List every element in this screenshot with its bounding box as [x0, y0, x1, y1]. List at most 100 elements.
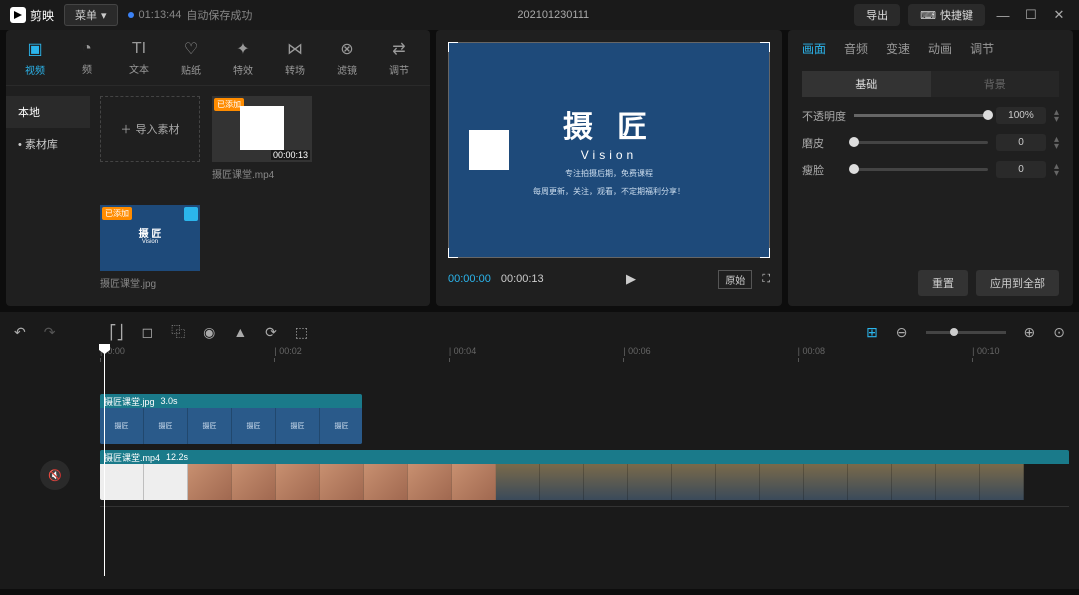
properties-panel: 画面 音频 变速 动画 调节 基础 背景 不透明度 100% ▴▾ 磨皮 0 ▴… [788, 30, 1073, 306]
property-subtabs: 基础 背景 [802, 71, 1059, 97]
fullscreen-button[interactable]: ⛶ [762, 273, 770, 286]
autosave-status: 01:13:44 自动保存成功 [128, 7, 253, 23]
maximize-button[interactable]: ☐ [1021, 7, 1041, 23]
media-grid: ＋导入素材 已添加 00:00:13 摄匠课堂.mp4 已添加 摄 匠 [90, 86, 430, 306]
time-total: 00:00:13 [501, 273, 544, 285]
skin-row: 磨皮 0 ▴▾ [802, 134, 1059, 151]
clip-video[interactable]: 摄匠课堂.mp412.2s [100, 450, 1069, 500]
tab-sticker[interactable]: ♡贴纸 [172, 39, 210, 77]
face-row: 瘦脸 0 ▴▾ [802, 161, 1059, 178]
capcut-icon [184, 207, 198, 221]
skin-stepper[interactable]: ▴▾ [1054, 136, 1059, 150]
zoom-slider[interactable] [926, 331, 1006, 334]
sidebar-library[interactable]: • 素材库 [6, 128, 90, 160]
undo-button[interactable]: ↶ [14, 324, 26, 341]
rotate-button[interactable]: ⟳ [265, 324, 277, 341]
playhead[interactable] [104, 346, 105, 576]
ratio-button[interactable]: 原始 [718, 270, 752, 289]
face-slider[interactable] [854, 168, 988, 171]
added-badge: 已添加 [102, 207, 132, 220]
qr-code [469, 130, 509, 170]
media-item[interactable]: 已添加 00:00:13 摄匠课堂.mp4 [212, 96, 312, 181]
duration-label: 00:00:13 [271, 150, 310, 160]
crop2-button[interactable]: ⬚ [295, 324, 308, 341]
apply-all-button[interactable]: 应用到全部 [976, 270, 1059, 296]
subtab-background[interactable]: 背景 [931, 71, 1060, 97]
track-overlay[interactable]: 摄匠课堂.jpg3.0s 摄匠摄匠摄匠摄匠摄匠摄匠 [100, 394, 1069, 444]
mute-button[interactable]: 🔇 [40, 460, 70, 490]
crop-button[interactable]: ◻ [141, 324, 153, 341]
preview-controls: 00:00:00 00:00:13 ▶ 原始 ⛶ [448, 264, 770, 294]
ptab-audio[interactable]: 音频 [844, 40, 868, 57]
adjust-icon: ⇄ [392, 39, 405, 59]
import-button[interactable]: ＋导入素材 [100, 96, 200, 162]
ptab-picture[interactable]: 画面 [802, 40, 826, 57]
ptab-anim[interactable]: 动画 [928, 40, 952, 57]
time-current: 00:00:00 [448, 273, 491, 285]
clip-image[interactable]: 摄匠课堂.jpg3.0s 摄匠摄匠摄匠摄匠摄匠摄匠 [100, 394, 362, 444]
face-value[interactable]: 0 [996, 161, 1046, 178]
keyboard-icon: ⌨ [920, 9, 936, 22]
media-filename: 摄匠课堂.jpg [100, 275, 200, 290]
ptab-speed[interactable]: 变速 [886, 40, 910, 57]
timeline-toolbar: ↶ ↷ ⎡⎦ ◻ ⿻ ◉ ▲ ⟳ ⬚ ⊞ ⊖ ⊕ ⊙ [0, 318, 1079, 346]
opacity-value[interactable]: 100% [996, 107, 1046, 124]
split-button[interactable]: ⎡⎦ [109, 324, 123, 341]
filter-icon: ⊗ [340, 39, 353, 59]
tab-effect[interactable]: ✦特效 [224, 39, 262, 77]
app-logo: 剪映 [10, 7, 54, 24]
media-tabs: ▣视频 ◔频 TI文本 ♡贴纸 ✦特效 ⋈转场 ⊗滤镜 ⇄调节 [6, 30, 430, 86]
reset-button[interactable]: 重置 [918, 270, 968, 296]
sidebar-local[interactable]: 本地 [6, 96, 90, 128]
property-tabs: 画面 音频 变速 动画 调节 [802, 40, 1059, 57]
speed-button[interactable]: ◉ [203, 324, 215, 341]
zoom-in-button[interactable]: ⊕ [1024, 324, 1036, 341]
opacity-row: 不透明度 100% ▴▾ [802, 107, 1059, 124]
video-icon: ▣ [27, 39, 42, 59]
tab-text[interactable]: TI文本 [120, 40, 158, 76]
zoom-fit-button[interactable]: ⊙ [1053, 324, 1065, 341]
skin-value[interactable]: 0 [996, 134, 1046, 151]
audio-icon: ◔ [82, 40, 92, 58]
zoom-out-button[interactable]: ⊖ [896, 324, 908, 341]
preview-line2: 每周更新，关注，观看，不定期福利分享！ [533, 186, 685, 198]
preview-line1: 专注拍摄后期，免费课程 [565, 168, 653, 180]
preview-subtitle: Vision [581, 148, 637, 162]
mirror-button[interactable]: ▲ [233, 324, 247, 340]
preview-panel: 摄 匠 Vision 专注拍摄后期，免费课程 每周更新，关注，观看，不定期福利分… [436, 30, 782, 306]
redo-button[interactable]: ↷ [44, 324, 56, 341]
copy-button[interactable]: ⿻ [171, 322, 185, 342]
subtab-basic[interactable]: 基础 [802, 71, 931, 97]
project-title: 202101230111 [262, 9, 844, 21]
menu-button[interactable]: 菜单 ▾ [64, 4, 118, 26]
preview-canvas[interactable]: 摄 匠 Vision 专注拍摄后期，免费课程 每周更新，关注，观看，不定期福利分… [448, 42, 770, 258]
titlebar: 剪映 菜单 ▾ 01:13:44 自动保存成功 202101230111 导出 … [0, 0, 1079, 30]
minimize-button[interactable]: — [993, 8, 1013, 23]
ptab-adjust[interactable]: 调节 [970, 40, 994, 57]
track-main[interactable]: 🔇 摄匠课堂.mp412.2s [100, 450, 1069, 500]
play-button[interactable]: ▶ [626, 271, 636, 287]
transition-icon: ⋈ [287, 39, 303, 59]
tab-video[interactable]: ▣视频 [16, 39, 54, 77]
timeline-ruler[interactable]: |00:00 | 00:02 | 00:04 | 00:06 | 00:08 |… [100, 346, 1069, 364]
face-stepper[interactable]: ▴▾ [1054, 163, 1059, 177]
opacity-slider[interactable] [854, 114, 988, 117]
snap-button[interactable]: ⊞ [866, 324, 878, 341]
timeline-panel: ↶ ↷ ⎡⎦ ◻ ⿻ ◉ ▲ ⟳ ⬚ ⊞ ⊖ ⊕ ⊙ |00:00 | 00:0… [0, 312, 1079, 589]
close-button[interactable]: ✕ [1049, 7, 1069, 23]
sticker-icon: ♡ [184, 39, 198, 59]
media-sidebar: 本地 • 素材库 [6, 86, 90, 306]
effect-icon: ✦ [236, 39, 249, 59]
media-panel: ▣视频 ◔频 TI文本 ♡贴纸 ✦特效 ⋈转场 ⊗滤镜 ⇄调节 本地 • 素材库… [6, 30, 430, 306]
shortcuts-button[interactable]: ⌨ 快捷键 [908, 4, 985, 26]
media-filename: 摄匠课堂.mp4 [212, 166, 312, 181]
media-item[interactable]: 已添加 摄 匠 Vision 摄匠课堂.jpg [100, 205, 200, 290]
tab-transition[interactable]: ⋈转场 [276, 39, 314, 77]
skin-slider[interactable] [854, 141, 988, 144]
opacity-stepper[interactable]: ▴▾ [1054, 109, 1059, 123]
export-button[interactable]: 导出 [854, 4, 900, 26]
tab-adjust[interactable]: ⇄调节 [380, 39, 418, 77]
tab-filter[interactable]: ⊗滤镜 [328, 39, 366, 77]
timeline-tracks: 摄匠课堂.jpg3.0s 摄匠摄匠摄匠摄匠摄匠摄匠 🔇 摄匠课堂.mp412.2… [100, 394, 1069, 507]
tab-audio[interactable]: ◔频 [68, 40, 106, 76]
